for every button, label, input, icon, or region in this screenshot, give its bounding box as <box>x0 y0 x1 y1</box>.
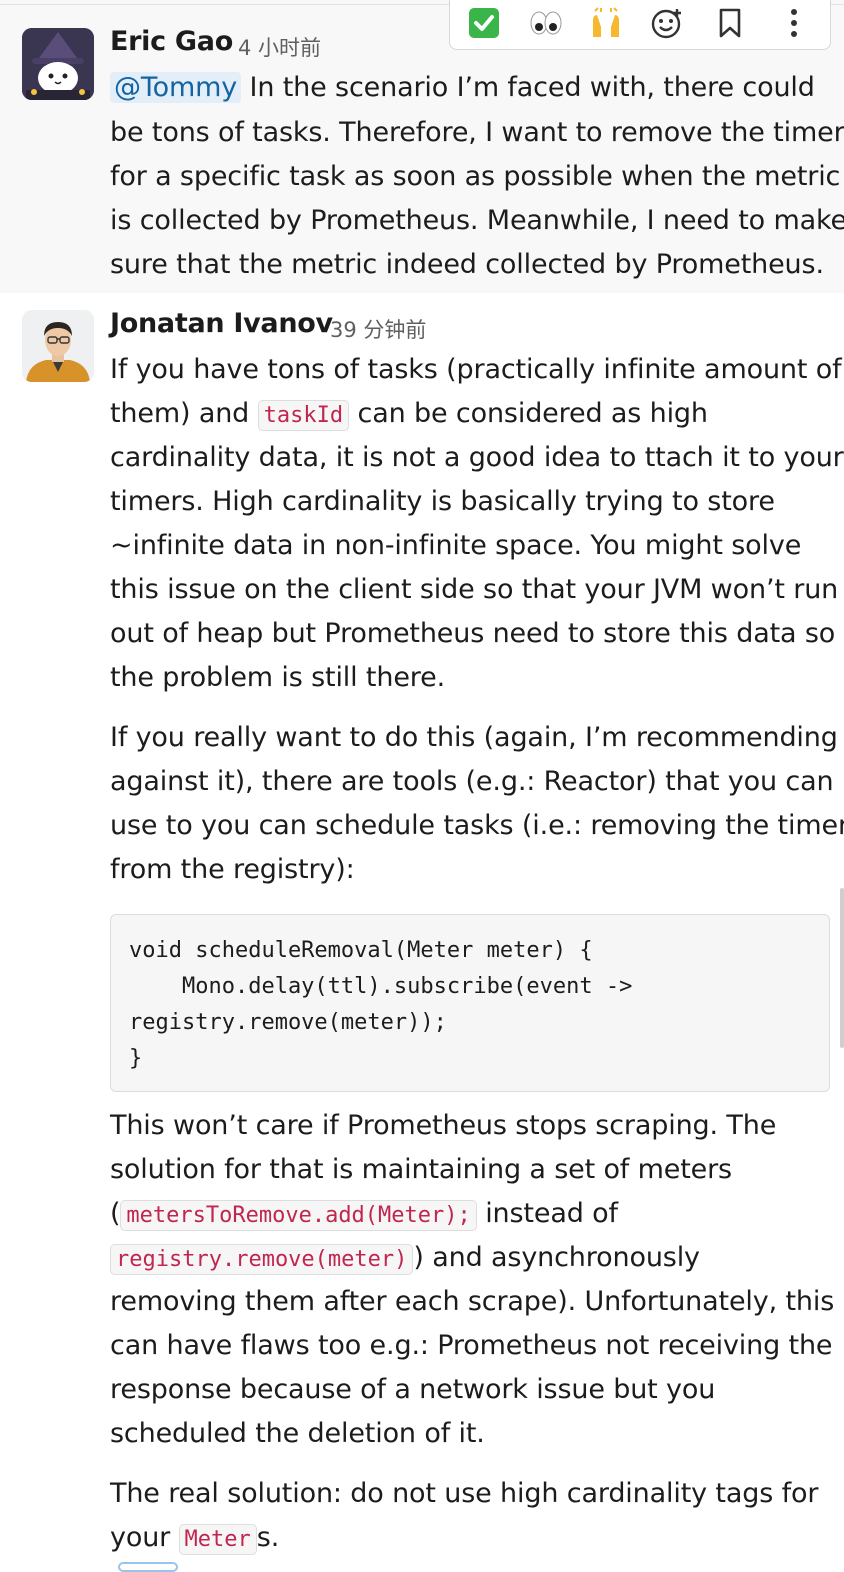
more-actions-icon[interactable] <box>774 3 814 43</box>
timestamp[interactable]: 39 分钟前 <box>330 314 426 344</box>
message-text: them) and <box>110 398 258 429</box>
message-line: sure that the metric indeed collected by… <box>110 249 824 280</box>
avatar-photo-icon <box>22 310 94 382</box>
message-line: for a specific task as soon as possible … <box>110 161 841 192</box>
code-block[interactable]: void scheduleRemoval(Meter meter) { Mono… <box>110 914 830 1092</box>
inline-code: taskId <box>257 400 350 431</box>
message-text: In the scenario I’m faced with, there co… <box>241 72 815 103</box>
message-line: from the registry): <box>110 854 355 885</box>
code-line: Mono.delay(ttl).subscribe(event -> <box>129 974 633 999</box>
message-text: instead of <box>476 1198 618 1229</box>
message-text: can be considered as high <box>349 398 709 429</box>
check-reaction-icon[interactable] <box>464 3 504 43</box>
message-line: is collected by Prometheus. Meanwhile, I… <box>110 205 844 236</box>
message-line: (metersToRemove.add(Meter); instead of <box>110 1194 618 1234</box>
message-line: cardinality data, it is not a good idea … <box>110 442 844 473</box>
message-line: If you really want to do this (again, I’… <box>110 722 838 753</box>
message-line: solution for that is maintaining a set o… <box>110 1154 732 1185</box>
inline-code: Meter <box>178 1524 257 1555</box>
message-actions-toolbar <box>449 0 831 50</box>
author-name[interactable]: Eric Gao <box>110 26 233 57</box>
message-line: If you have tons of tasks (practically i… <box>110 354 842 385</box>
message-line: ~infinite data in non-infinite space. Yo… <box>110 530 802 561</box>
message-line: timers. High cardinality is basically tr… <box>110 486 775 517</box>
message-line: can have flaws too e.g.: Prometheus not … <box>110 1330 833 1361</box>
message-line: this issue on the client side so that yo… <box>110 574 839 605</box>
message-text: s. <box>256 1522 280 1553</box>
message-line: be tons of tasks. Therefore, I want to r… <box>110 117 844 148</box>
avatar-jonatan-ivanov[interactable] <box>22 310 94 382</box>
raised-hands-reaction-icon[interactable] <box>586 3 626 43</box>
avatar-witch-cat-icon <box>22 28 94 100</box>
message-text: your <box>110 1522 179 1553</box>
code-line: registry.remove(meter)); <box>129 1010 447 1035</box>
message-text: ) and asynchronously <box>413 1242 700 1273</box>
timestamp[interactable]: 4 小时前 <box>238 32 321 62</box>
message-line: scheduled the deletion of it. <box>110 1418 485 1449</box>
add-reaction-icon[interactable] <box>647 3 687 43</box>
author-name[interactable]: Jonatan Ivanov <box>110 308 333 339</box>
code-line: void scheduleRemoval(Meter meter) { <box>129 938 593 963</box>
user-mention[interactable]: @Tommy <box>110 72 242 103</box>
message-line: your Meter s. <box>110 1518 279 1558</box>
inline-code: metersToRemove.add(Meter); <box>120 1200 477 1231</box>
eyes-reaction-icon[interactable] <box>526 3 566 43</box>
bookmark-icon[interactable] <box>710 3 750 43</box>
inline-code: registry.remove(meter) <box>110 1244 414 1275</box>
reaction-pill[interactable] <box>118 1562 178 1572</box>
message-line: the problem is still there. <box>110 662 446 693</box>
avatar-eric-gao[interactable] <box>22 28 94 100</box>
message-line: against it), there are tools (e.g.: Reac… <box>110 766 834 797</box>
message-line: @Tommy In the scenario I’m faced with, t… <box>110 68 815 108</box>
scrollbar[interactable] <box>840 888 844 1048</box>
message-line: them) and taskId can be considered as hi… <box>110 394 708 434</box>
message-line: response because of a network issue but … <box>110 1374 716 1405</box>
message-line: This won’t care if Prometheus stops scra… <box>110 1110 777 1141</box>
message-line: registry.remove(meter)) and asynchronous… <box>110 1238 700 1278</box>
message-line: out of heap but Prometheus need to store… <box>110 618 836 649</box>
code-line: } <box>129 1046 143 1071</box>
message-line: use to you can schedule tasks (i.e.: rem… <box>110 810 844 841</box>
message-line: The real solution: do not use high cardi… <box>110 1478 819 1509</box>
message-line: removing them after each scrape). Unfort… <box>110 1286 835 1317</box>
message-text: ( <box>110 1198 121 1229</box>
